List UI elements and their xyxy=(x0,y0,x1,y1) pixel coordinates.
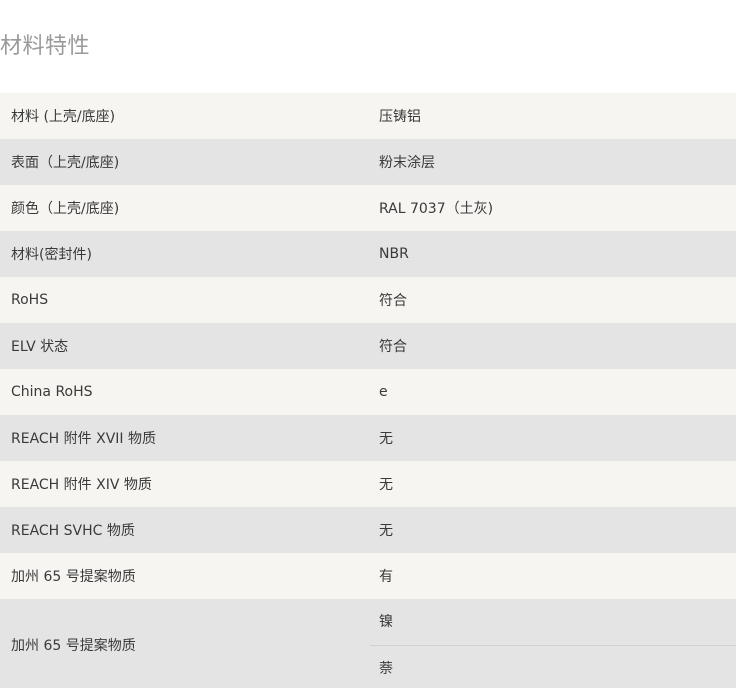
table-row: 材料 (上壳/底座) 压铸铝 xyxy=(0,93,736,139)
property-value: 符合 xyxy=(370,323,736,369)
property-value: e xyxy=(370,369,736,415)
property-value: 无 xyxy=(370,507,736,553)
table-row: ELV 状态 符合 xyxy=(0,323,736,369)
table-row: 颜色（上壳/底座) RAL 7037（土灰) xyxy=(0,185,736,231)
property-label: RoHS xyxy=(0,277,370,323)
property-value: RAL 7037（土灰) xyxy=(370,185,736,231)
table-row: 材料(密封件) NBR xyxy=(0,231,736,277)
property-label: REACH SVHC 物质 xyxy=(0,507,370,553)
table-row: REACH 附件 XIV 物质 无 xyxy=(0,461,736,507)
property-label: REACH 附件 XIV 物质 xyxy=(0,461,370,507)
table-row: REACH 附件 XVII 物质 无 xyxy=(0,415,736,461)
property-label: 颜色（上壳/底座) xyxy=(0,185,370,231)
table-row: 加州 65 号提案物质 镍 萘 xyxy=(0,599,736,688)
property-value: 符合 xyxy=(370,277,736,323)
table-row: 加州 65 号提案物质 有 xyxy=(0,553,736,599)
material-properties-table: 材料 (上壳/底座) 压铸铝 表面（上壳/底座) 粉末涂层 颜色（上壳/底座) … xyxy=(0,93,736,688)
property-label: 加州 65 号提案物质 xyxy=(0,553,370,599)
property-value: 有 xyxy=(370,553,736,599)
property-value: 粉末涂层 xyxy=(370,139,736,185)
property-value: 无 xyxy=(370,461,736,507)
property-label: ELV 状态 xyxy=(0,323,370,369)
table-row: RoHS 符合 xyxy=(0,277,736,323)
property-value: 萘 xyxy=(370,645,736,688)
property-label: 表面（上壳/底座) xyxy=(0,139,370,185)
property-value-list: 镍 萘 xyxy=(370,599,736,688)
table-row: 表面（上壳/底座) 粉末涂层 xyxy=(0,139,736,185)
property-value: 无 xyxy=(370,415,736,461)
page-title: 材料特性 xyxy=(0,34,91,59)
table-row: China RoHS e xyxy=(0,369,736,415)
table-row: REACH SVHC 物质 无 xyxy=(0,507,736,553)
property-label: China RoHS xyxy=(0,369,370,415)
property-label: 材料 (上壳/底座) xyxy=(0,93,370,139)
property-value: 压铸铝 xyxy=(370,93,736,139)
property-label: 材料(密封件) xyxy=(0,231,370,277)
property-value: 镍 xyxy=(379,614,393,630)
property-label: 加州 65 号提案物质 xyxy=(0,599,370,688)
property-label: REACH 附件 XVII 物质 xyxy=(0,415,370,461)
property-value: NBR xyxy=(370,231,736,277)
